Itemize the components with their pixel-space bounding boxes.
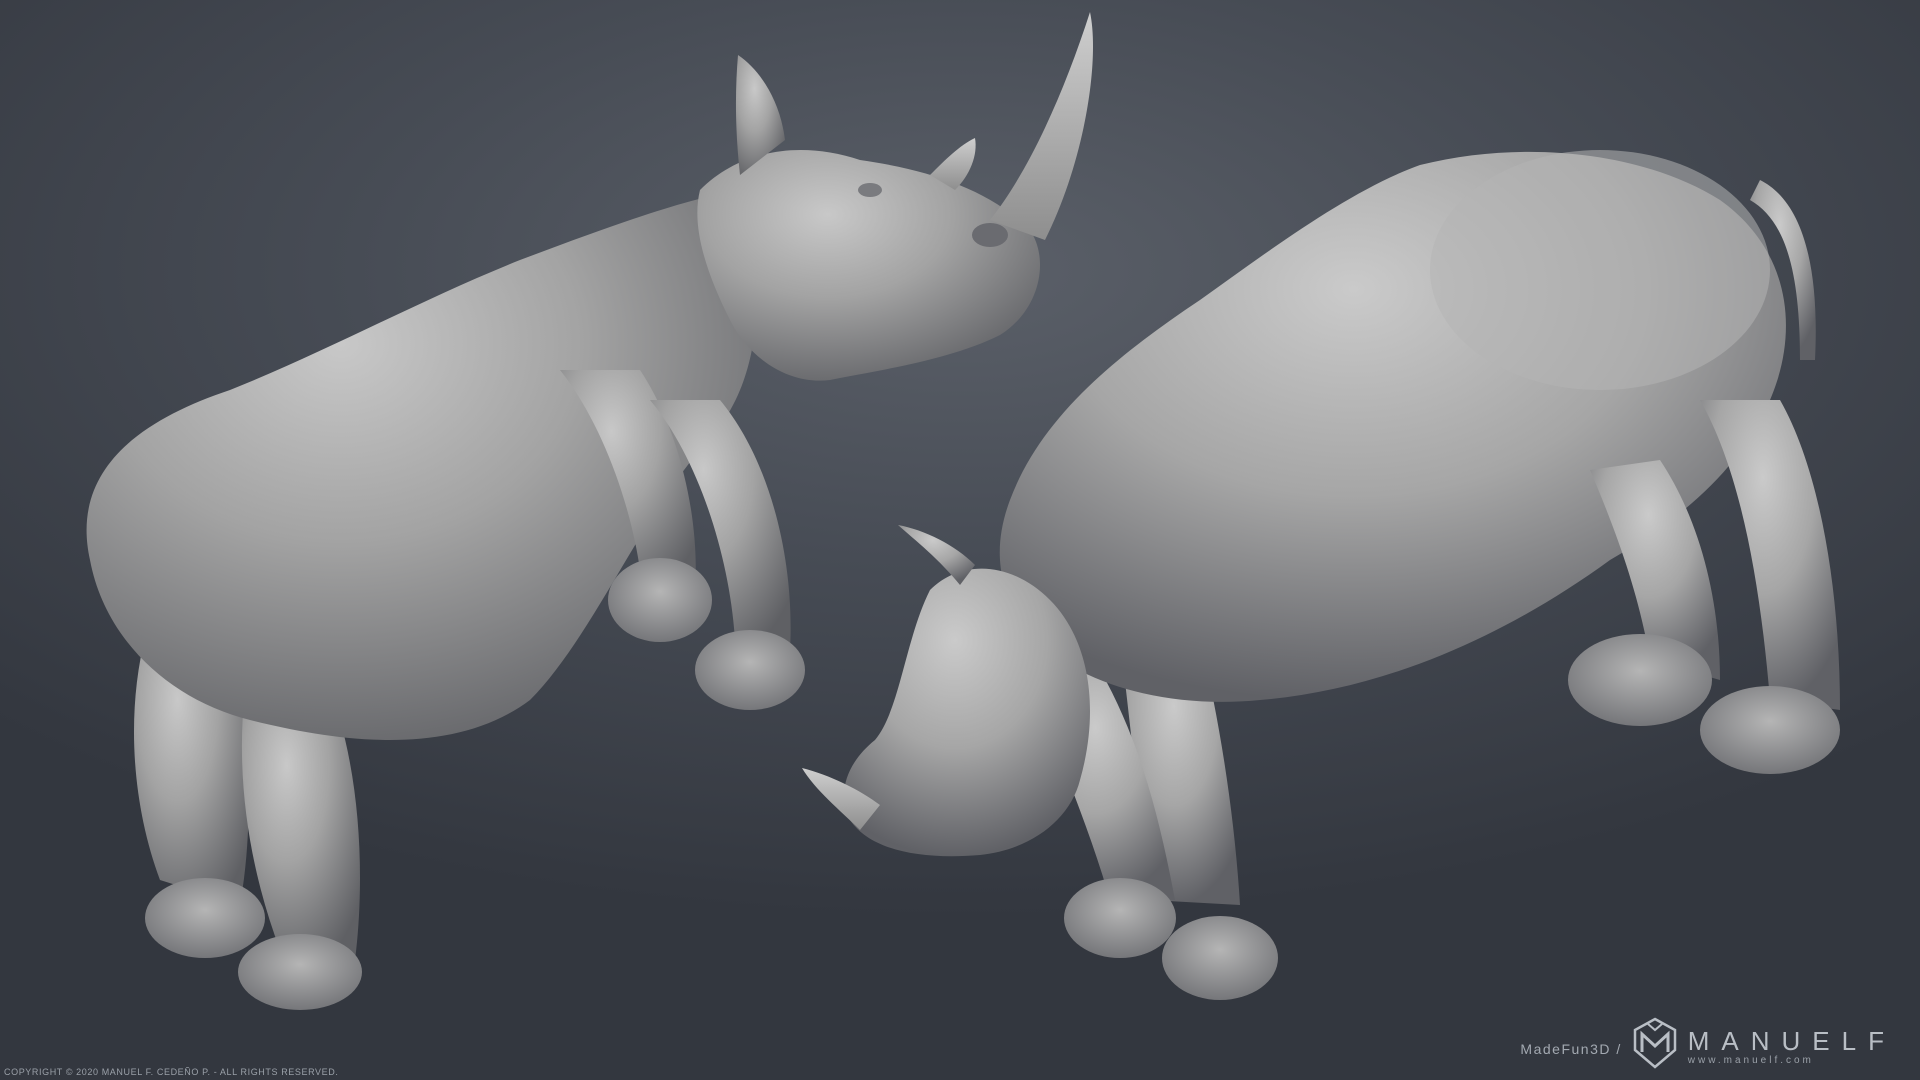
brand-url: www.manuelf.com (1687, 1055, 1814, 1066)
render-canvas: COPYRIGHT © 2020 MANUEL F. CEDEÑO P. - A… (0, 0, 1920, 1080)
right-rhino-front-foot-1 (1064, 878, 1176, 958)
left-rhino-eye (858, 183, 882, 197)
right-rhino-rump (1430, 150, 1770, 390)
brand-name: MANUELF (1687, 1026, 1896, 1056)
rhino-renders (86, 12, 1840, 1010)
brand-text: MANUELF www.manuelf.com (1688, 1027, 1896, 1070)
brand-watermark: MadeFun3D / MANUELF www.manuelf.com (1520, 1016, 1896, 1070)
right-rhino-ear (898, 525, 975, 585)
left-rhino-front-foot-1 (608, 558, 712, 642)
left-rhino-front-foot-2 (695, 630, 805, 710)
studio-label: MadeFun3D / (1520, 1041, 1622, 1057)
copyright-notice: COPYRIGHT © 2020 MANUEL F. CEDEÑO P. - A… (4, 1067, 339, 1077)
right-rhino-head (844, 568, 1090, 857)
right-rhino-front-foot-2 (1162, 916, 1278, 1000)
left-rhino-nostril (972, 223, 1008, 247)
right-rhino-hind-foot-1 (1568, 634, 1712, 726)
left-rhino-front-horn (990, 12, 1093, 240)
left-rhino-hind-foot-2 (238, 934, 362, 1010)
left-rhino-hind-foot-1 (145, 878, 265, 958)
right-rhino-hind-foot-2 (1700, 686, 1840, 774)
helmet-m-logo-icon (1633, 1017, 1676, 1069)
left-rhino-render (86, 12, 1093, 1010)
